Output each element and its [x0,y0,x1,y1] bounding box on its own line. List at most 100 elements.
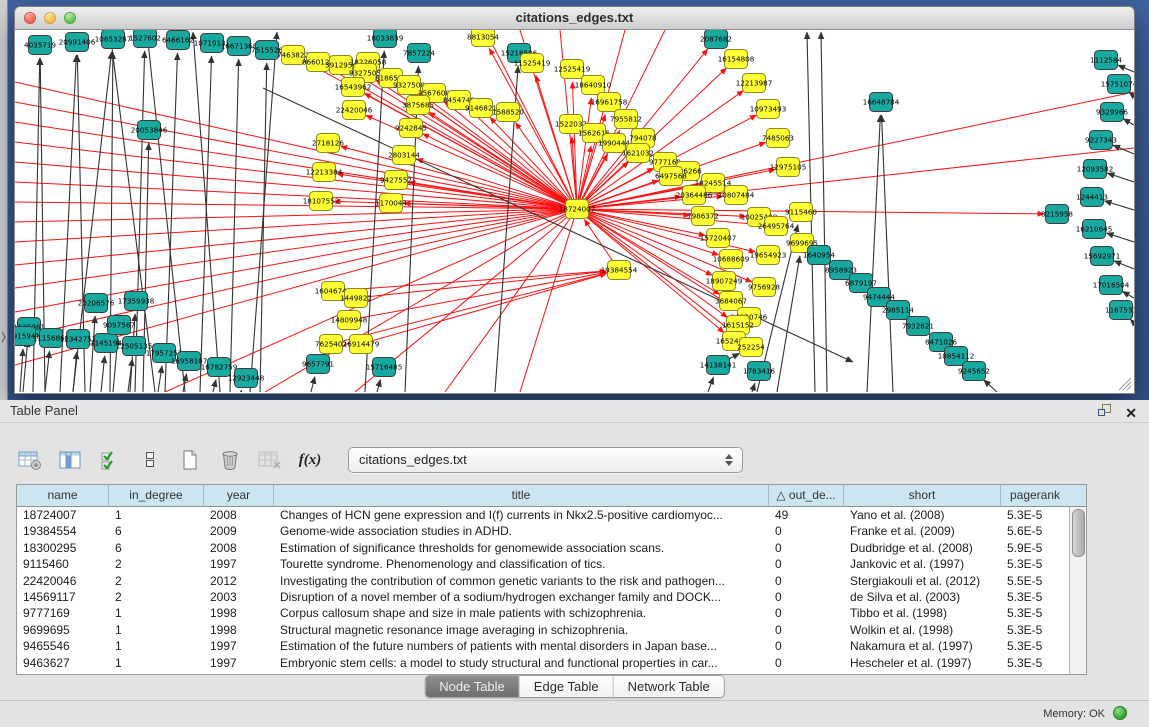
rows-icon[interactable] [136,447,164,473]
graph-node-1527602[interactable]: 1527602 [129,30,161,48]
graph-node-16210645[interactable]: 16210645 [1076,220,1113,239]
table-row[interactable]: 1456911722003Disruption of a novel membe… [17,589,1069,605]
graph-node-15716485[interactable]: 15716485 [366,358,403,377]
graph-node-3875685[interactable]: 3875685 [402,96,434,115]
window-resize-grip[interactable] [1119,378,1131,390]
graph-node-19654923[interactable]: 19654923 [750,246,787,265]
graph-node-15692971[interactable]: 15692971 [1084,247,1121,266]
graph-node-1170044[interactable]: 1170044 [375,194,407,213]
selection-mode-icon[interactable] [96,447,124,473]
graph-node-9427552[interactable]: 9427552 [380,171,412,190]
graph-node-2803144[interactable]: 2803144 [388,146,420,165]
graph-node-9115460[interactable]: 9115460 [785,203,817,222]
table-selector-dropdown[interactable]: citations_edges.txt [348,447,743,473]
table-row[interactable]: 2242004622012Investigating the contribut… [17,573,1069,589]
table-row[interactable]: 969969511998Structural magnetic resonanc… [17,622,1069,638]
column-header-name[interactable]: name [17,485,109,506]
graph-node-10853287[interactable]: 10853287 [95,30,132,49]
graph-node-7932621[interactable]: 7932621 [902,317,934,336]
graph-node-17016504[interactable]: 17016504 [1093,276,1130,295]
graph-node-16961758[interactable]: 16961758 [591,93,628,112]
tab-edge-table[interactable]: Edge Table [520,676,614,697]
graph-node-9657791[interactable]: 9657791 [302,355,334,374]
graph-node-4035719[interactable]: 4035719 [24,36,56,55]
graph-node-2087682[interactable]: 2087682 [700,30,732,49]
graph-node-9242845[interactable]: 9242845 [395,119,427,138]
graph-node-8813054[interactable]: 8813054 [467,30,499,47]
graph-node-9756928[interactable]: 9756928 [748,278,780,297]
graph-node-8215958[interactable]: 8215958 [1041,205,1073,224]
graph-node-1783416[interactable]: 1783416 [743,362,775,381]
graph-node-22420046[interactable]: 22420046 [336,101,373,120]
column-header-out_degree[interactable]: △ out_de... [769,485,844,506]
minimize-button[interactable] [44,12,56,24]
column-header-year[interactable]: year [204,485,274,506]
graph-node-20053846[interactable]: 20053846 [131,121,168,140]
table-row[interactable]: 946362711997Embryonic stem cells: a mode… [17,655,1069,671]
graph-node-19384554[interactable]: 19384554 [601,261,638,280]
graph-node-7857224[interactable]: 7857224 [403,44,435,63]
graph-node-20991406[interactable]: 20991406 [59,33,96,52]
graph-node-12975105[interactable]: 12975105 [770,158,807,177]
zoom-button[interactable] [64,12,76,24]
table-row[interactable]: 1872400712008Changes of HCN gene express… [17,507,1069,523]
network-window[interactable]: citations_edges.txt 40357192099140610853… [14,6,1135,392]
graph-node-15751074[interactable]: 15751074 [1101,75,1134,94]
column-header-pagerank[interactable]: pagerank [1001,485,1069,506]
graph-node-16648784[interactable]: 16648784 [863,93,900,112]
panel-collapse-handle-icon[interactable] [0,330,7,344]
graph-node-1449822[interactable]: 1449822 [340,289,372,308]
graph-node-18107552[interactable]: 18107552 [303,192,340,211]
graph-node-12213987[interactable]: 12213987 [736,74,773,93]
float-panel-icon[interactable] [1097,403,1113,422]
column-header-short[interactable]: short [844,485,1001,506]
graph-node-252254[interactable]: 252254 [737,338,765,357]
column-header-in_degree[interactable]: in_degree [109,485,204,506]
table-scrollbar[interactable] [1069,507,1086,674]
graph-node-1167533[interactable]: 1167533 [1105,301,1134,320]
graph-node-9227343[interactable]: 9227343 [1085,131,1117,150]
network-canvas[interactable]: 4035719209914061085328715276026466162107… [15,30,1134,392]
graph-node-1112584[interactable]: 1112584 [1090,51,1122,70]
graph-node-6497568[interactable]: 6497568 [655,167,687,186]
table-row[interactable]: 1938455462009Genome-wide association stu… [17,523,1069,539]
graph-node-12213384[interactable]: 12213384 [306,163,343,182]
delete-table-icon[interactable] [216,447,244,473]
graph-node-1588520[interactable]: 1588520 [492,103,524,122]
new-table-icon[interactable] [176,447,204,473]
graph-node-9329966[interactable]: 9329966 [1096,103,1128,122]
table-row[interactable]: 977716911998Corpus callosum shape and si… [17,605,1069,621]
column-header-title[interactable]: title [274,485,769,506]
table-row[interactable]: 1830029562008Estimation of significance … [17,540,1069,556]
table-scrollbar-thumb[interactable] [1072,509,1085,557]
graph-node-7485063[interactable]: 7485063 [762,129,794,148]
graph-node-10688609[interactable]: 10688609 [713,250,750,269]
close-panel-icon[interactable] [1125,405,1137,421]
graph-node-9097587[interactable]: 9097587 [103,316,135,335]
left-panel-edge[interactable] [0,0,8,400]
table-row[interactable]: 911546021997Tourette syndrome. Phenomeno… [17,556,1069,572]
import-table-icon[interactable] [256,447,284,473]
show-columns-icon[interactable] [56,447,84,473]
graph-node-12093582[interactable]: 12093582 [1077,160,1114,179]
tab-node-table[interactable]: Node Table [425,676,520,697]
network-view[interactable]: 4035719209914061085328715276026466162107… [14,30,1135,394]
tab-network-table[interactable]: Network Table [614,676,724,697]
graph-node-6466162[interactable]: 6466162 [162,31,194,50]
function-builder-icon[interactable]: f(x) [296,447,324,473]
table-row[interactable]: 946554611997Estimation of the future num… [17,638,1069,654]
network-window-titlebar[interactable]: citations_edges.txt [14,6,1135,30]
graph-node-15720407[interactable]: 15720407 [700,229,737,248]
graph-node-1244413[interactable]: 1244413 [1076,188,1108,207]
graph-node-2718126[interactable]: 2718126 [312,134,344,153]
graph-node-14809948[interactable]: 14809948 [331,311,368,330]
graph-node-9245652[interactable]: 9245652 [958,362,990,381]
graph-node-18033839[interactable]: 18033839 [367,30,404,48]
node-label: 16914479 [343,340,380,349]
table-settings-icon[interactable] [16,447,44,473]
graph-node-7986372[interactable]: 7986372 [687,207,719,226]
graph-node-16914479[interactable]: 16914479 [343,335,380,354]
graph-node-16154808[interactable]: 16154808 [718,50,755,69]
close-button[interactable] [24,12,36,24]
graph-node-7955812[interactable]: 7955812 [610,110,642,129]
